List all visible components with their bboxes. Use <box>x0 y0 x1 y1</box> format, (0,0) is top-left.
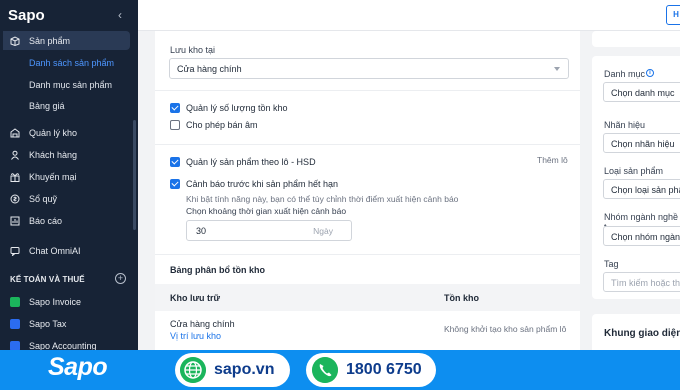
category-value: Chọn danh mục <box>611 88 675 98</box>
sapo-accounting-icon <box>10 340 20 351</box>
chevron-down-icon <box>554 67 560 71</box>
sapo-logo[interactable]: Sapo <box>8 7 45 24</box>
sidebar-app-sapo-invoice[interactable]: Sapo Invoice <box>0 292 130 311</box>
warning-days-value: 30 <box>196 226 207 236</box>
brand-select[interactable]: Chọn nhãn hiệu <box>603 133 680 153</box>
expiry-warning-checkbox[interactable] <box>170 179 180 189</box>
banner-sapo-logo: Sapo <box>48 353 108 381</box>
warehouse-icon <box>10 127 20 137</box>
allow-negative-label: Cho phép bán âm <box>186 120 258 130</box>
sidebar: Sapo ‹ Sản phẩm Danh sách sản phẩm Danh … <box>0 0 138 390</box>
industry-value: Chọn nhóm ngành <box>611 232 680 242</box>
sidebar-item-products[interactable]: Sản phẩm <box>3 31 130 50</box>
sapo-tax-icon <box>10 318 20 329</box>
allow-negative-checkbox[interactable] <box>170 120 180 130</box>
warehouse-select-value: Cửa hàng chính <box>177 64 242 74</box>
brand-label: Nhãn hiệu <box>604 120 646 130</box>
brand-value: Chọn nhãn hiệu <box>611 139 675 149</box>
warning-days-input[interactable]: 30 Ngày <box>186 220 352 241</box>
section-title-accounting: KẾ TOÁN VÀ THUẾ <box>10 275 85 284</box>
category-select[interactable]: Chọn danh mục <box>603 82 680 102</box>
storage-location-link[interactable]: Vị trí lưu kho <box>170 331 221 341</box>
column-header-stock: Tồn kho <box>444 293 479 303</box>
top-bar <box>138 0 680 31</box>
table-cell-stock-note: Không khởi tạo kho sản phẩm lô <box>444 324 567 334</box>
sidebar-item-label: Quản lý kho <box>29 127 78 138</box>
sidebar-item-label: Sapo Accounting <box>29 340 97 351</box>
sidebar-item-customers[interactable]: Khách hàng <box>0 145 130 164</box>
tag-label: Tag <box>604 259 619 269</box>
warehouse-label: Lưu kho tại <box>170 45 216 55</box>
industry-select[interactable]: Chọn nhóm ngành <box>603 226 680 246</box>
divider <box>155 90 580 91</box>
collapse-sidebar-icon[interactable]: ‹ <box>118 8 122 22</box>
sidebar-item-label: Sapo Invoice <box>29 296 82 307</box>
sidebar-item-label: Khách hàng <box>29 149 78 160</box>
product-type-select[interactable]: Chọn loại sản phẩm <box>603 179 680 199</box>
gift-icon <box>10 172 20 182</box>
chat-icon <box>10 246 20 256</box>
sidebar-item-label: Sổ quỹ <box>29 193 58 204</box>
sidebar-scrollbar[interactable] <box>133 120 136 230</box>
phone-icon <box>312 357 338 383</box>
stock-allocation-title: Bảng phân bổ tồn kho <box>170 265 265 275</box>
sidebar-item-label: Chat OmniAI <box>29 245 81 256</box>
hotline-text: 1800 6750 <box>346 361 422 378</box>
sidebar-item-cashbook[interactable]: Sổ quỹ <box>0 189 130 208</box>
sapo-invoice-icon <box>10 296 20 307</box>
batch-label: Quản lý sản phẩm theo lô - HSD <box>186 157 316 167</box>
wallet-icon <box>10 194 20 203</box>
expiry-help-text: Khi bật tính năng này, bạn có thể tùy ch… <box>186 194 459 204</box>
box-icon <box>10 35 20 46</box>
right-card-top <box>592 31 680 47</box>
sidebar-subitem-price-list[interactable]: Bảng giá <box>29 101 65 111</box>
sidebar-item-label: Sản phẩm <box>29 35 71 46</box>
top-action-button[interactable]: H <box>666 5 680 25</box>
sidebar-item-label: Khuyến mại <box>29 171 77 182</box>
website-text: sapo.vn <box>214 361 275 378</box>
sidebar-item-label: Sapo Tax <box>29 318 67 329</box>
info-icon[interactable]: i <box>646 69 654 77</box>
product-type-value: Chọn loại sản phẩm <box>611 185 680 195</box>
expiry-warning-label: Cảnh báo trước khi sản phẩm hết hạn <box>186 179 339 189</box>
batch-checkbox[interactable] <box>170 157 180 167</box>
warehouse-select[interactable]: Cửa hàng chính <box>169 58 569 79</box>
report-icon <box>10 216 20 225</box>
add-batch-link[interactable]: Thêm lô <box>537 155 568 165</box>
globe-icon <box>180 357 206 383</box>
manage-stock-checkbox[interactable] <box>170 103 180 113</box>
tag-input[interactable]: Tìm kiếm hoặc thêm <box>603 272 680 292</box>
period-label: Chọn khoảng thời gian xuất hiện cảnh báo <box>186 206 347 216</box>
add-app-icon[interactable]: + <box>115 273 126 284</box>
layout-section-title: Khung giao diện <box>604 328 680 339</box>
divider <box>155 254 580 255</box>
divider <box>155 144 580 145</box>
sidebar-item-chat-omniai[interactable]: Chat OmniAI <box>0 241 130 260</box>
manage-stock-label: Quản lý số lượng tồn kho <box>186 103 288 113</box>
sidebar-item-inventory[interactable]: Quản lý kho <box>0 123 130 142</box>
warning-days-unit: Ngày <box>313 226 333 236</box>
user-icon <box>11 150 19 160</box>
sidebar-app-sapo-tax[interactable]: Sapo Tax <box>0 314 130 333</box>
sidebar-subitem-product-category[interactable]: Danh mục sản phẩm <box>29 80 112 90</box>
sidebar-item-reports[interactable]: Báo cáo <box>0 211 130 230</box>
product-type-label: Loại sản phẩm <box>604 166 664 176</box>
sidebar-subitem-product-list[interactable]: Danh sách sản phẩm <box>29 58 114 68</box>
column-header-warehouse: Kho lưu trữ <box>170 293 221 303</box>
category-label: Danh mục <box>604 69 646 79</box>
tag-placeholder: Tìm kiếm hoặc thêm <box>611 278 680 288</box>
table-cell-warehouse: Cửa hàng chính <box>170 319 235 329</box>
sidebar-item-label: Báo cáo <box>29 215 63 226</box>
sidebar-item-promotions[interactable]: Khuyến mại <box>0 167 130 186</box>
